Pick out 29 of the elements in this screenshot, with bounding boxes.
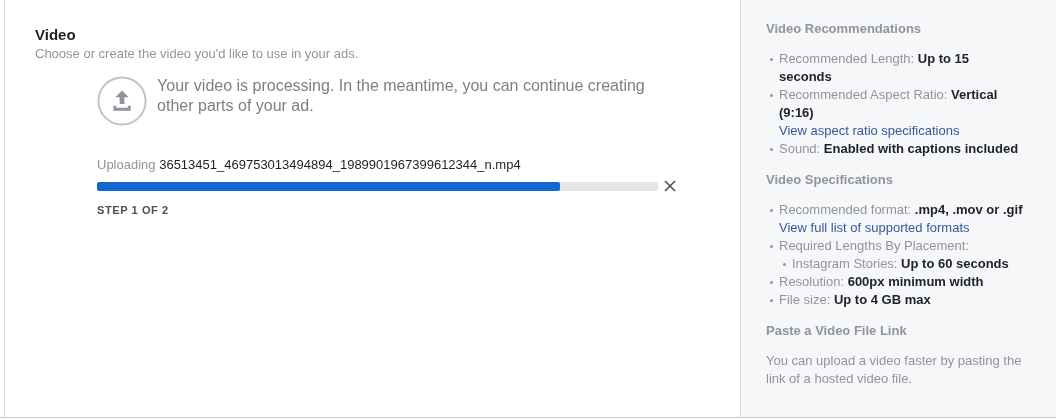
spec-text: Recommended format: .mp4, .mov or .gif [779,201,1024,219]
spec-text: Recommended Length: Up to 15 seconds [779,50,971,86]
sidebar-heading: Paste a Video File Link [766,323,908,338]
spec-text: Instagram Stories: Up to 60 seconds [792,255,1010,273]
close-button[interactable] [663,179,677,193]
bullet-icon [783,263,786,266]
step-indicator: STEP 1 OF 2 [97,204,170,216]
sidebar-paragraph: You can upload a video faster by pasting the link of a hosted video file. [766,352,1023,388]
sidebar-heading: Video Recommendations [766,21,923,36]
upload-icon [97,75,148,127]
spec-link[interactable]: View full list of supported formats [779,219,1024,237]
spec-text: Recommended Aspect Ratio: Vertical (9:16) [779,86,999,122]
sidebar-heading: Video Specifications [766,172,894,187]
spec-link[interactable]: View aspect ratio specifications [779,122,1024,140]
upload-filename: Uploading 36513451_469753013494894_1989901967399612344_n.mp4 [97,157,522,172]
spec-text: Sound: Enabled with captions included [779,140,1020,158]
processing-message: Your video is processing. In the meantime, you can continue creating other parts of your ad. [157,76,646,116]
bullet-icon [770,245,773,248]
spec-text: File size: Up to 4 GB max [779,291,932,309]
section-title: Video [35,26,77,43]
spec-text: Resolution: 600px minimum width [779,273,985,291]
spec-text: Required Lengths By Placement: [779,237,971,255]
bullet-icon [770,209,773,212]
bullet-icon [770,94,773,97]
section-subtitle: Choose or create the video you'd like to use in your ads. [35,46,360,61]
bullet-icon [770,299,773,302]
bullet-icon [770,281,773,284]
bullet-icon [770,148,773,151]
bullet-icon [770,58,773,61]
